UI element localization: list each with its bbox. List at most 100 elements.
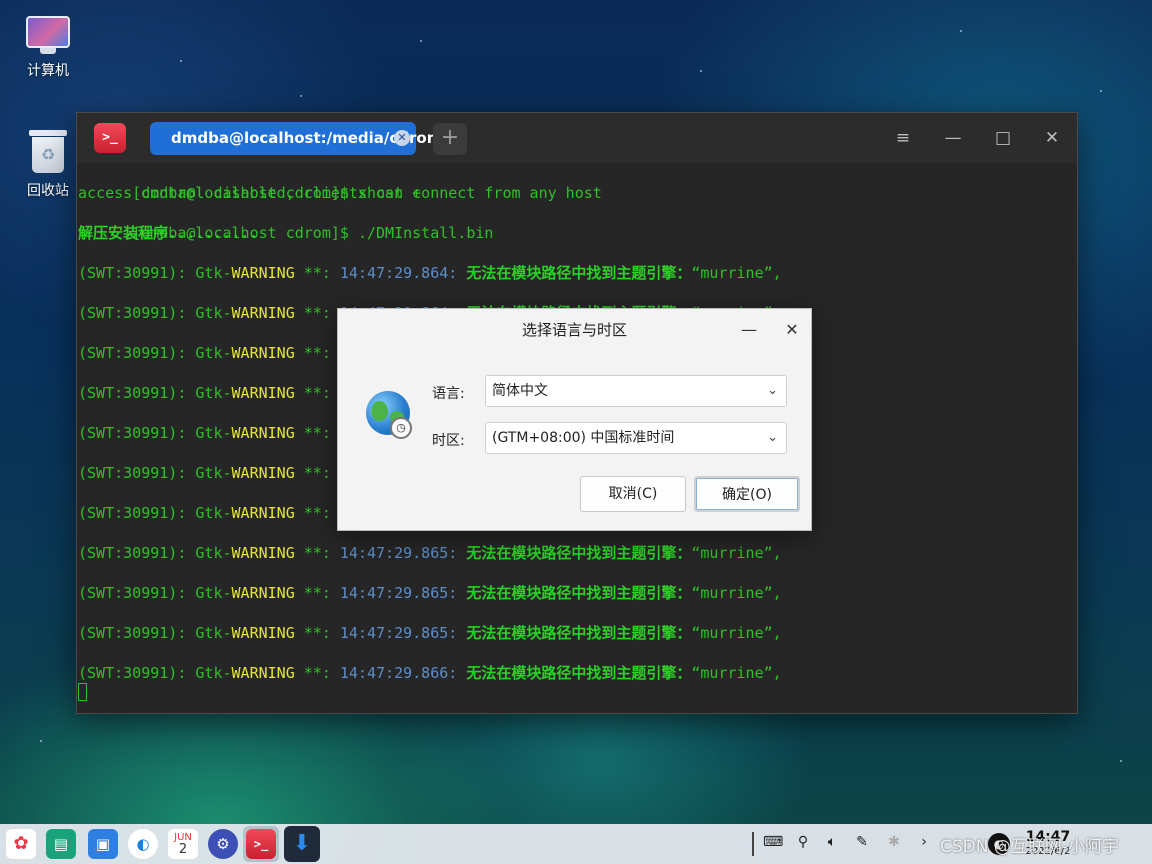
warning-level: WARNING	[231, 664, 295, 682]
chevron-down-icon: ⌄	[767, 430, 778, 445]
shell-command: ./DMInstall.bin	[348, 224, 494, 242]
warning-stars: **:	[294, 664, 340, 682]
warning-engine: “murrine”,	[691, 264, 782, 282]
terminal-tab[interactable]: dmdba@localhost:/media/cdrom	[150, 122, 442, 155]
warning-colon: :	[448, 624, 458, 642]
warning-level: WARNING	[231, 304, 295, 322]
volume-icon[interactable]: 🔈︎	[822, 834, 842, 850]
language-timezone-dialog[interactable]: 选择语言与时区 — ✕ ◷ 语言: 简体中文 ⌄ 时区: (GTM+08:00)…	[337, 308, 812, 531]
cancel-button[interactable]: 取消(C)	[580, 476, 686, 512]
star	[420, 40, 422, 42]
gtk-warning-line: (SWT:30991): Gtk-WARNING **: 14:47:29.86…	[78, 543, 782, 563]
warning-stars: **:	[294, 304, 340, 322]
minimize-icon[interactable]: —	[941, 126, 965, 150]
language-select-value: 简体中文	[492, 383, 548, 399]
star	[960, 30, 962, 32]
warning-stars: **:	[294, 264, 340, 282]
multitask-view-icon[interactable]: ▤	[46, 829, 76, 859]
trash-icon: ♻	[29, 130, 67, 174]
usb-icon[interactable]: ⚲	[793, 834, 813, 850]
keyboard-icon[interactable]: ⌨	[763, 834, 783, 850]
menu-icon[interactable]: ≡	[891, 126, 915, 150]
warning-level: WARNING	[231, 384, 295, 402]
dialog-minimize-icon[interactable]: —	[737, 318, 761, 342]
warning-level: WARNING	[231, 264, 295, 282]
warning-level: WARNING	[231, 464, 295, 482]
star	[1100, 90, 1102, 92]
pen-icon[interactable]: ✎	[852, 834, 872, 850]
warning-message: 无法在模块路径中找到主题引擎：	[457, 544, 692, 562]
timezone-select[interactable]: (GTM+08:00) 中国标准时间 ⌄	[485, 422, 787, 454]
calendar-icon[interactable]: JUN 2	[168, 829, 198, 859]
language-label: 语言:	[432, 386, 465, 402]
warning-stars: **:	[294, 624, 340, 642]
warning-prefix: (SWT:30991): Gtk-	[78, 264, 232, 282]
warning-message: 无法在模块路径中找到主题引擎：	[457, 264, 692, 282]
warning-time: 14:47:29.865	[339, 544, 449, 562]
terminal-line: access control disabled, clients can con…	[78, 184, 602, 202]
star	[300, 95, 302, 97]
warning-engine: “murrine”,	[691, 664, 782, 682]
terminal-titlebar[interactable]: >_ dmdba@localhost:/media/cdrom ✕ + ≡ — …	[77, 113, 1077, 163]
warning-colon: :	[448, 544, 458, 562]
warning-time: 14:47:29.864	[339, 264, 449, 282]
warning-prefix: (SWT:30991): Gtk-	[78, 544, 232, 562]
warning-level: WARNING	[231, 424, 295, 442]
warning-stars: **:	[294, 344, 340, 362]
terminal-line: [dmdba@localhost cdrom]$ ./DMInstall.bin	[78, 203, 493, 242]
warning-engine: “murrine”,	[691, 584, 782, 602]
dialog-close-icon[interactable]: ✕	[780, 318, 804, 342]
chevron-right-icon[interactable]: ›	[914, 834, 934, 850]
warning-colon: :	[448, 264, 458, 282]
desktop-icon-computer[interactable]: 计算机	[8, 16, 88, 80]
terminal-line: [dmdba@localhost cdrom]$ xhost +	[78, 163, 421, 202]
warning-stars: **:	[294, 504, 340, 522]
star	[700, 70, 702, 72]
close-icon[interactable]: ✕	[1040, 126, 1064, 150]
browser-icon[interactable]: ◐	[128, 829, 158, 859]
timezone-label: 时区:	[432, 433, 465, 449]
terminal-taskbar-icon[interactable]: >_	[246, 829, 276, 859]
gtk-warning-line: (SWT:30991): Gtk-WARNING **: 14:47:29.86…	[78, 263, 782, 283]
warning-colon: :	[448, 584, 458, 602]
new-tab-button[interactable]: +	[433, 123, 467, 155]
maximize-icon[interactable]: □	[991, 126, 1015, 150]
warning-prefix: (SWT:30991): Gtk-	[78, 664, 232, 682]
timezone-select-value: (GTM+08:00) 中国标准时间	[492, 430, 675, 446]
ok-button[interactable]: 确定(O)	[694, 476, 800, 512]
star	[40, 740, 42, 742]
warning-prefix: (SWT:30991): Gtk-	[78, 464, 232, 482]
warning-prefix: (SWT:30991): Gtk-	[78, 624, 232, 642]
terminal-app-icon[interactable]: >_	[94, 123, 126, 153]
chevron-down-icon: ⌄	[767, 383, 778, 398]
warning-level: WARNING	[231, 344, 295, 362]
warning-level: WARNING	[231, 544, 295, 562]
star	[180, 60, 182, 62]
terminal-line: 解压安装程序..........	[78, 224, 259, 242]
settings-gear-icon[interactable]: ⚙	[208, 829, 238, 859]
warning-level: WARNING	[231, 504, 295, 522]
terminal-cursor	[78, 683, 87, 701]
file-manager-icon[interactable]: ▣	[88, 829, 118, 859]
desktop-icon-label: 计算机	[27, 63, 69, 79]
warning-message: 无法在模块路径中找到主题引擎：	[457, 584, 692, 602]
warning-prefix: (SWT:30991): Gtk-	[78, 424, 232, 442]
warning-message: 无法在模块路径中找到主题引擎：	[457, 624, 692, 642]
star	[1120, 760, 1122, 762]
download-icon[interactable]: ⬇	[284, 826, 320, 862]
tab-close-icon[interactable]: ✕	[394, 130, 410, 146]
language-select[interactable]: 简体中文 ⌄	[485, 375, 787, 407]
bluetooth-icon[interactable]: ✱	[884, 834, 904, 850]
warning-prefix: (SWT:30991): Gtk-	[78, 584, 232, 602]
warning-time: 14:47:29.865	[339, 584, 449, 602]
gtk-warning-line: (SWT:30991): Gtk-WARNING **: 14:47:29.86…	[78, 663, 782, 683]
warning-prefix: (SWT:30991): Gtk-	[78, 384, 232, 402]
warning-stars: **:	[294, 384, 340, 402]
warning-engine: “murrine”,	[691, 544, 782, 562]
warning-time: 14:47:29.866	[339, 664, 449, 682]
clock-icon: ◷	[390, 417, 412, 439]
launcher-icon[interactable]: ✿	[6, 829, 36, 859]
warning-prefix: (SWT:30991): Gtk-	[78, 504, 232, 522]
gtk-warning-line: (SWT:30991): Gtk-WARNING **: 14:47:29.86…	[78, 583, 782, 603]
warning-stars: **:	[294, 544, 340, 562]
